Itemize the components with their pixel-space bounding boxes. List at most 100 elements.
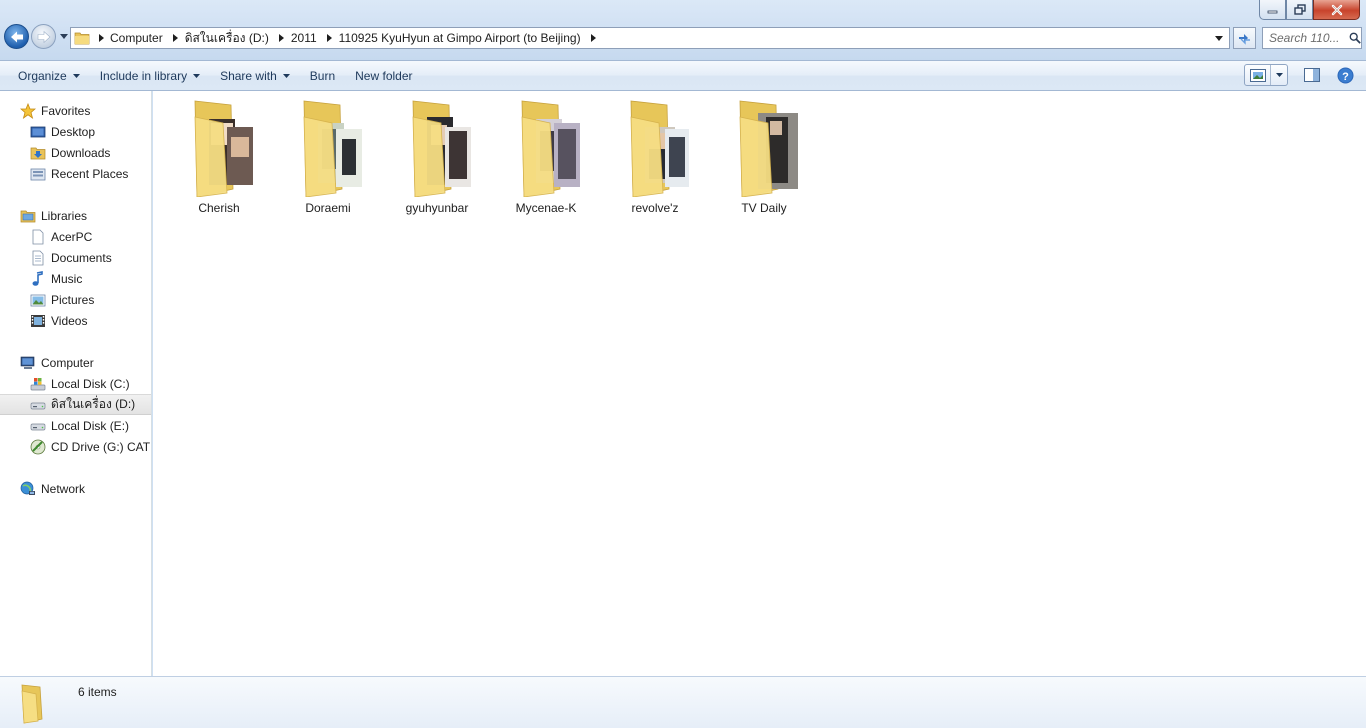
view-options-button[interactable] [1271, 65, 1287, 85]
nav-libraries-label: Libraries [41, 208, 88, 223]
folder-item[interactable]: Mycenae-K [494, 97, 598, 215]
nav-computer[interactable]: Computer [0, 352, 151, 373]
search-box[interactable] [1262, 27, 1362, 49]
burn-label: Burn [309, 68, 336, 83]
back-button[interactable] [4, 24, 29, 49]
folder-name: revolve'z [631, 201, 679, 215]
help-icon: ? [1337, 67, 1353, 83]
recent-pages-button[interactable] [59, 29, 69, 45]
window-controls [1259, 0, 1360, 20]
folder-name: Mycenae-K [515, 201, 577, 215]
nav-favorites[interactable]: Favorites [0, 100, 151, 121]
breadcrumb-item[interactable]: 110925 KyuHyun at Gimpo Airport (to Beij… [338, 28, 602, 48]
system-drive-icon [30, 376, 46, 392]
search-icon [1349, 32, 1361, 44]
nav-pictures-label: Pictures [51, 292, 95, 307]
breadcrumb-arrow-icon[interactable] [93, 28, 109, 48]
folder-icon [303, 100, 362, 197]
preview-pane-button[interactable] [1300, 64, 1324, 86]
nav-pictures[interactable]: Pictures [0, 289, 151, 310]
breadcrumb-label[interactable]: Computer [109, 31, 168, 45]
nav-videos[interactable]: Videos [0, 310, 151, 331]
breadcrumb-root [93, 28, 109, 48]
nav-downloads-label: Downloads [51, 145, 111, 160]
address-folder-icon [71, 28, 93, 48]
breadcrumb-item[interactable]: 2011 [290, 28, 338, 48]
nav-music-label: Music [51, 271, 83, 286]
forward-button[interactable] [31, 24, 56, 49]
breadcrumb-item[interactable]: Computer [109, 28, 184, 48]
close-icon [1331, 4, 1342, 15]
documents-icon [30, 250, 46, 266]
nav-acerpc-label: AcerPC [51, 229, 93, 244]
nav-local-disk-c[interactable]: Local Disk (C:) [0, 373, 151, 394]
breadcrumb-item[interactable]: ดิสในเครื่อง (D:) [184, 28, 290, 48]
minimize-icon [1267, 10, 1278, 13]
address-bar[interactable]: Computer ดิสในเครื่อง (D:) 2011 110925 K… [70, 27, 1230, 49]
address-history-button[interactable] [1212, 28, 1226, 48]
help-button[interactable]: ? [1334, 64, 1356, 86]
folder-item[interactable]: Doraemi [276, 97, 380, 215]
nav-downloads[interactable]: Downloads [0, 142, 151, 163]
chevron-down-icon [1275, 73, 1283, 77]
organize-button[interactable]: Organize [8, 64, 90, 88]
restore-icon [1293, 4, 1306, 15]
change-view-button[interactable] [1244, 64, 1288, 86]
folder-name: Cherish [198, 201, 240, 215]
folder-item[interactable]: revolve'z [603, 97, 707, 215]
folder-item[interactable]: TV Daily [712, 97, 816, 215]
folder-name: TV Daily [741, 201, 787, 215]
nav-videos-label: Videos [51, 313, 88, 328]
restore-button[interactable] [1286, 0, 1313, 20]
folder-name: Doraemi [305, 201, 351, 215]
breadcrumb-arrow-icon[interactable] [322, 28, 338, 48]
new-folder-label: New folder [355, 68, 413, 83]
nav-network[interactable]: Network [0, 478, 151, 499]
nav-recent-places[interactable]: Recent Places [0, 163, 151, 184]
nav-desktop[interactable]: Desktop [0, 121, 151, 142]
cd-drive-icon [30, 439, 46, 455]
breadcrumb-label[interactable]: 110925 KyuHyun at Gimpo Airport (to Beij… [338, 31, 586, 45]
folder-item[interactable]: gyuhyunbar [385, 97, 489, 215]
minimize-button[interactable] [1259, 0, 1286, 20]
nav-documents[interactable]: Documents [0, 247, 151, 268]
share-with-button[interactable]: Share with [210, 64, 300, 88]
nav-local-disk-d[interactable]: ดิสในเครื่อง (D:) [0, 394, 151, 415]
downloads-icon [30, 145, 46, 161]
breadcrumb-label[interactable]: 2011 [290, 31, 322, 45]
file-list: Cherish Doraemi gyuhyunbar Mycenae-K rev… [153, 91, 1366, 676]
breadcrumb-arrow-icon[interactable] [274, 28, 290, 48]
libraries-icon [20, 208, 36, 224]
hard-drive-icon [30, 397, 46, 413]
close-button[interactable] [1313, 0, 1360, 20]
nav-libraries[interactable]: Libraries [0, 205, 151, 226]
folder-name: gyuhyunbar [405, 201, 469, 215]
back-arrow-icon [10, 31, 23, 42]
breadcrumb-arrow-icon[interactable] [586, 28, 602, 48]
folder-icon [521, 100, 580, 197]
breadcrumb-arrow-icon[interactable] [168, 28, 184, 48]
organize-label: Organize [18, 68, 67, 83]
document-library-icon [30, 229, 46, 245]
folder-icon [412, 100, 471, 197]
include-in-library-button[interactable]: Include in library [90, 64, 210, 88]
view-icon[interactable] [1245, 65, 1271, 85]
burn-button[interactable]: Burn [300, 64, 345, 88]
folder-icon [21, 684, 43, 724]
refresh-button[interactable] [1233, 27, 1256, 49]
folder-icon [739, 100, 798, 197]
film-strip-icon [30, 313, 46, 329]
folder-item[interactable]: Cherish [167, 97, 271, 215]
nav-cd-drive-g[interactable]: CD Drive (G:) CAT C [0, 436, 151, 457]
pictures-icon [30, 292, 46, 308]
navigation-buttons [4, 24, 69, 49]
nav-music[interactable]: Music [0, 268, 151, 289]
nav-acerpc[interactable]: AcerPC [0, 226, 151, 247]
new-folder-button[interactable]: New folder [345, 64, 422, 88]
breadcrumb-label[interactable]: ดิสในเครื่อง (D:) [184, 29, 274, 48]
nav-recent-places-label: Recent Places [51, 166, 129, 181]
share-with-label: Share with [220, 68, 277, 83]
nav-local-disk-e[interactable]: Local Disk (E:) [0, 415, 151, 436]
star-icon [20, 102, 36, 119]
search-input[interactable] [1269, 29, 1347, 47]
